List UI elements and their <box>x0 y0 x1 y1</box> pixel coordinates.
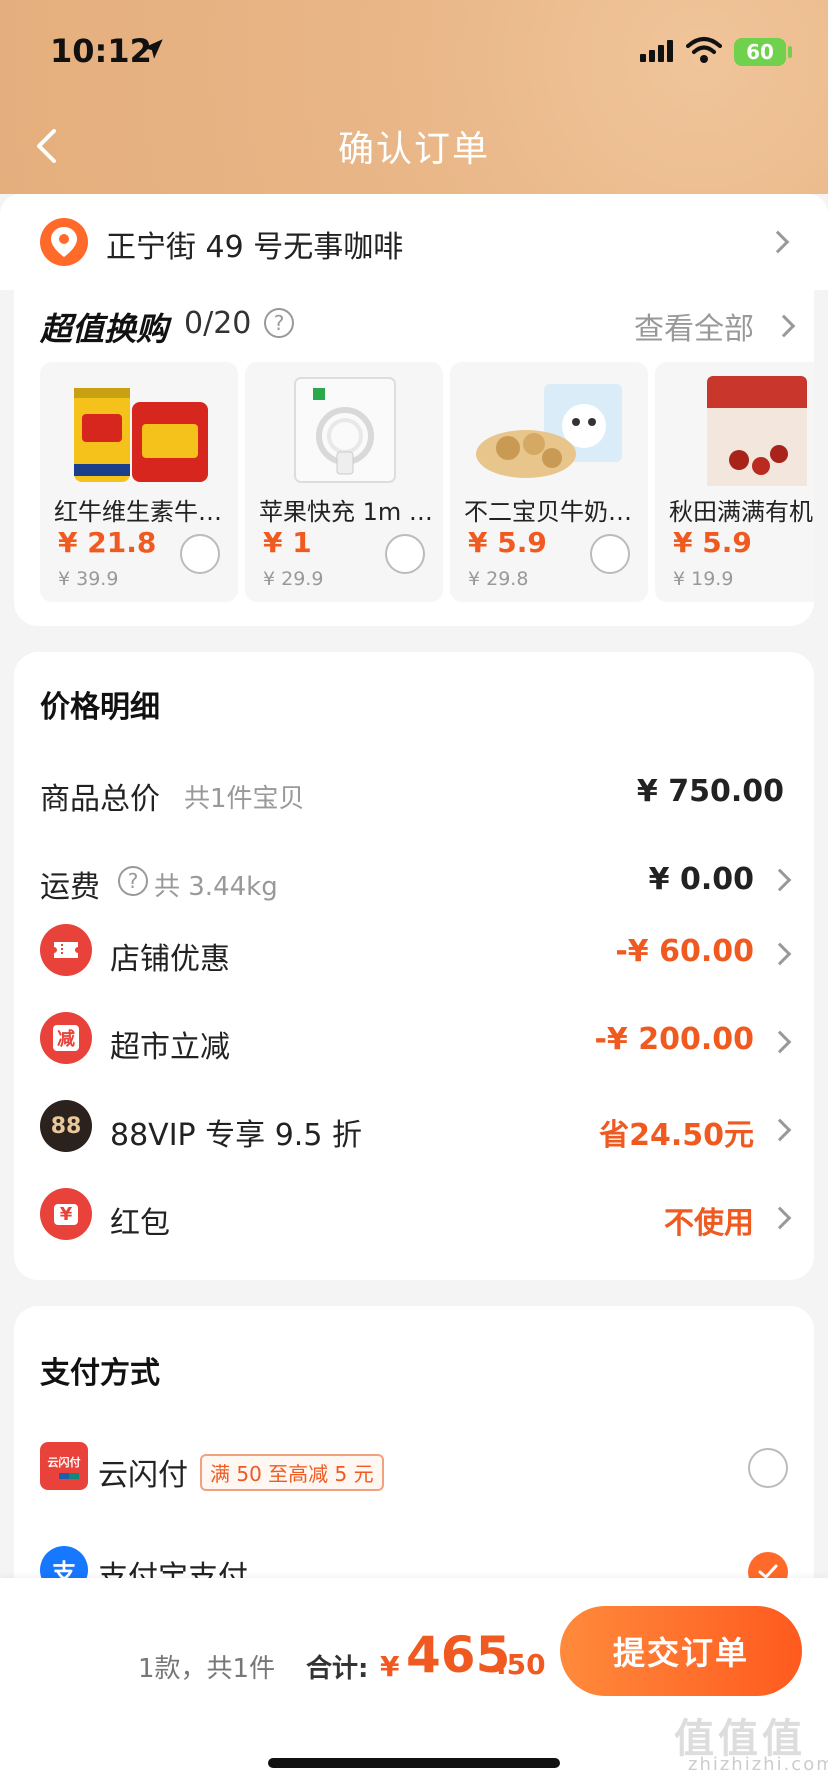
shop-discount-label: 店铺优惠 <box>110 942 230 977</box>
red-packet-value: 不使用 <box>664 1206 754 1241</box>
address-row[interactable]: 正宁街 49 号无事咖啡 <box>0 194 828 290</box>
payment-title: 支付方式 <box>40 1356 160 1391</box>
product-name: 苹果快充 1m 数据线 <box>259 498 435 526</box>
market-discount-value: -¥ 200.00 <box>594 1022 754 1057</box>
product-price: ¥ 1 <box>263 526 312 559</box>
addon-product-list: 红牛维生素牛磺酸饮料 ¥ 21.8 ¥ 39.9 苹果快充 1m 数据线 ¥ 1… <box>40 362 814 602</box>
shipping-label: 运费 <box>40 870 100 905</box>
wifi-icon <box>686 37 722 63</box>
help-icon[interactable]: ? <box>118 866 148 896</box>
product-original-price: ¥ 29.9 <box>263 568 324 590</box>
unionpay-label: 云闪付 <box>98 1458 188 1493</box>
product-select-radio[interactable] <box>590 534 630 574</box>
total-amount-integer: 465 <box>406 1626 511 1684</box>
addon-product-card[interactable]: 不二宝贝牛奶饼干 ¥ 5.9 ¥ 29.8 <box>450 362 648 602</box>
chevron-right-icon <box>768 1030 792 1054</box>
chevron-right-icon <box>768 1118 792 1142</box>
watermark-url: zhizhizhi.com <box>688 1754 828 1775</box>
total-currency: ¥ <box>380 1650 400 1683</box>
location-arrow-icon <box>143 39 163 59</box>
shipping-value: ¥ 0.00 <box>648 862 754 897</box>
payment-method-card: 支付方式 云闪付 云闪付 满 50 至高减 5 元 支 支付宝支付 <box>14 1306 814 1606</box>
addon-product-card[interactable]: 苹果快充 1m 数据线 ¥ 1 ¥ 29.9 <box>245 362 443 602</box>
battery-icon: 60 <box>734 38 786 66</box>
product-image <box>476 384 622 478</box>
status-time: 10:12 <box>50 32 152 70</box>
product-name: 秋田满满有机山楂 <box>669 498 814 526</box>
product-price: ¥ 5.9 <box>673 526 752 559</box>
discount-icon: 减 <box>40 1012 92 1064</box>
product-price: ¥ 21.8 <box>58 526 157 559</box>
battery-cap <box>788 46 792 58</box>
header: 10:12 60 确认订单 <box>0 0 828 194</box>
addon-deals-card: 超值换购 0/20 ? 查看全部 红牛维生素牛磺酸饮料 ¥ 21.8 ¥ 39.… <box>14 290 814 626</box>
price-detail-card: 价格明细 商品总价 共1件宝贝 ¥ 750.00 运费 ? 共 3.44kg ¥… <box>14 652 814 1280</box>
vip-88-icon: 88 <box>40 1100 92 1152</box>
product-original-price: ¥ 29.8 <box>468 568 529 590</box>
chevron-right-icon <box>768 942 792 966</box>
product-image <box>294 377 396 483</box>
shop-discount-value: -¥ 60.00 <box>615 934 754 969</box>
total-amount-decimal: .50 <box>496 1648 546 1681</box>
address-text: 正宁街 49 号无事咖啡 <box>106 230 404 265</box>
submit-order-button[interactable]: 提交订单 <box>560 1606 802 1696</box>
chevron-right-icon <box>768 868 792 892</box>
price-detail-title: 价格明细 <box>40 690 160 725</box>
addon-product-card[interactable]: 秋田满满有机山楂 ¥ 5.9 ¥ 19.9 <box>655 362 814 602</box>
product-name: 不二宝贝牛奶饼干 <box>464 498 640 526</box>
chevron-right-icon <box>772 314 796 338</box>
market-discount-label: 超市立减 <box>110 1030 230 1065</box>
product-name: 红牛维生素牛磺酸饮料 <box>54 498 230 526</box>
red-packet-label: 红包 <box>110 1206 170 1241</box>
addon-title: 超值换购 <box>40 310 169 348</box>
product-original-price: ¥ 39.9 <box>58 568 119 590</box>
goods-total-label: 商品总价 <box>40 782 160 817</box>
item-count-summary: 1款，共1件 <box>138 1654 276 1684</box>
shipping-weight: 共 3.44kg <box>154 872 278 902</box>
coupon-icon <box>40 924 92 976</box>
unionpay-icon: 云闪付 <box>40 1442 88 1490</box>
view-all-link[interactable]: 查看全部 <box>634 304 754 348</box>
page-title: 确认订单 <box>337 129 490 170</box>
checkout-bar: 1款，共1件 合计: ¥ 465 .50 提交订单 值值值 zhizhizhi.… <box>0 1578 828 1792</box>
product-price: ¥ 5.9 <box>468 526 547 559</box>
signal-icon <box>640 40 673 62</box>
vip-value: 省24.50元 <box>599 1118 754 1153</box>
location-pin-icon <box>40 218 88 266</box>
goods-total-count: 共1件宝贝 <box>184 784 305 814</box>
help-icon[interactable]: ? <box>264 308 294 338</box>
status-bar: 10:12 60 <box>0 0 828 100</box>
total-label: 合计: <box>306 1654 369 1684</box>
payment-radio[interactable] <box>748 1448 788 1488</box>
promo-badge: 满 50 至高减 5 元 <box>200 1454 384 1491</box>
home-indicator[interactable] <box>268 1758 560 1768</box>
addon-product-card[interactable]: 红牛维生素牛磺酸饮料 ¥ 21.8 ¥ 39.9 <box>40 362 238 602</box>
product-image <box>707 376 807 486</box>
goods-total-value: ¥ 750.00 <box>636 774 784 809</box>
chevron-right-icon <box>766 230 790 254</box>
product-select-radio[interactable] <box>180 534 220 574</box>
product-original-price: ¥ 19.9 <box>673 568 734 590</box>
addon-count: 0/20 <box>184 306 252 341</box>
vip-label: 88VIP 专享 9.5 折 <box>110 1118 362 1153</box>
product-image <box>74 388 208 482</box>
chevron-right-icon <box>768 1206 792 1230</box>
red-packet-icon: ¥ <box>40 1188 92 1240</box>
product-select-radio[interactable] <box>385 534 425 574</box>
